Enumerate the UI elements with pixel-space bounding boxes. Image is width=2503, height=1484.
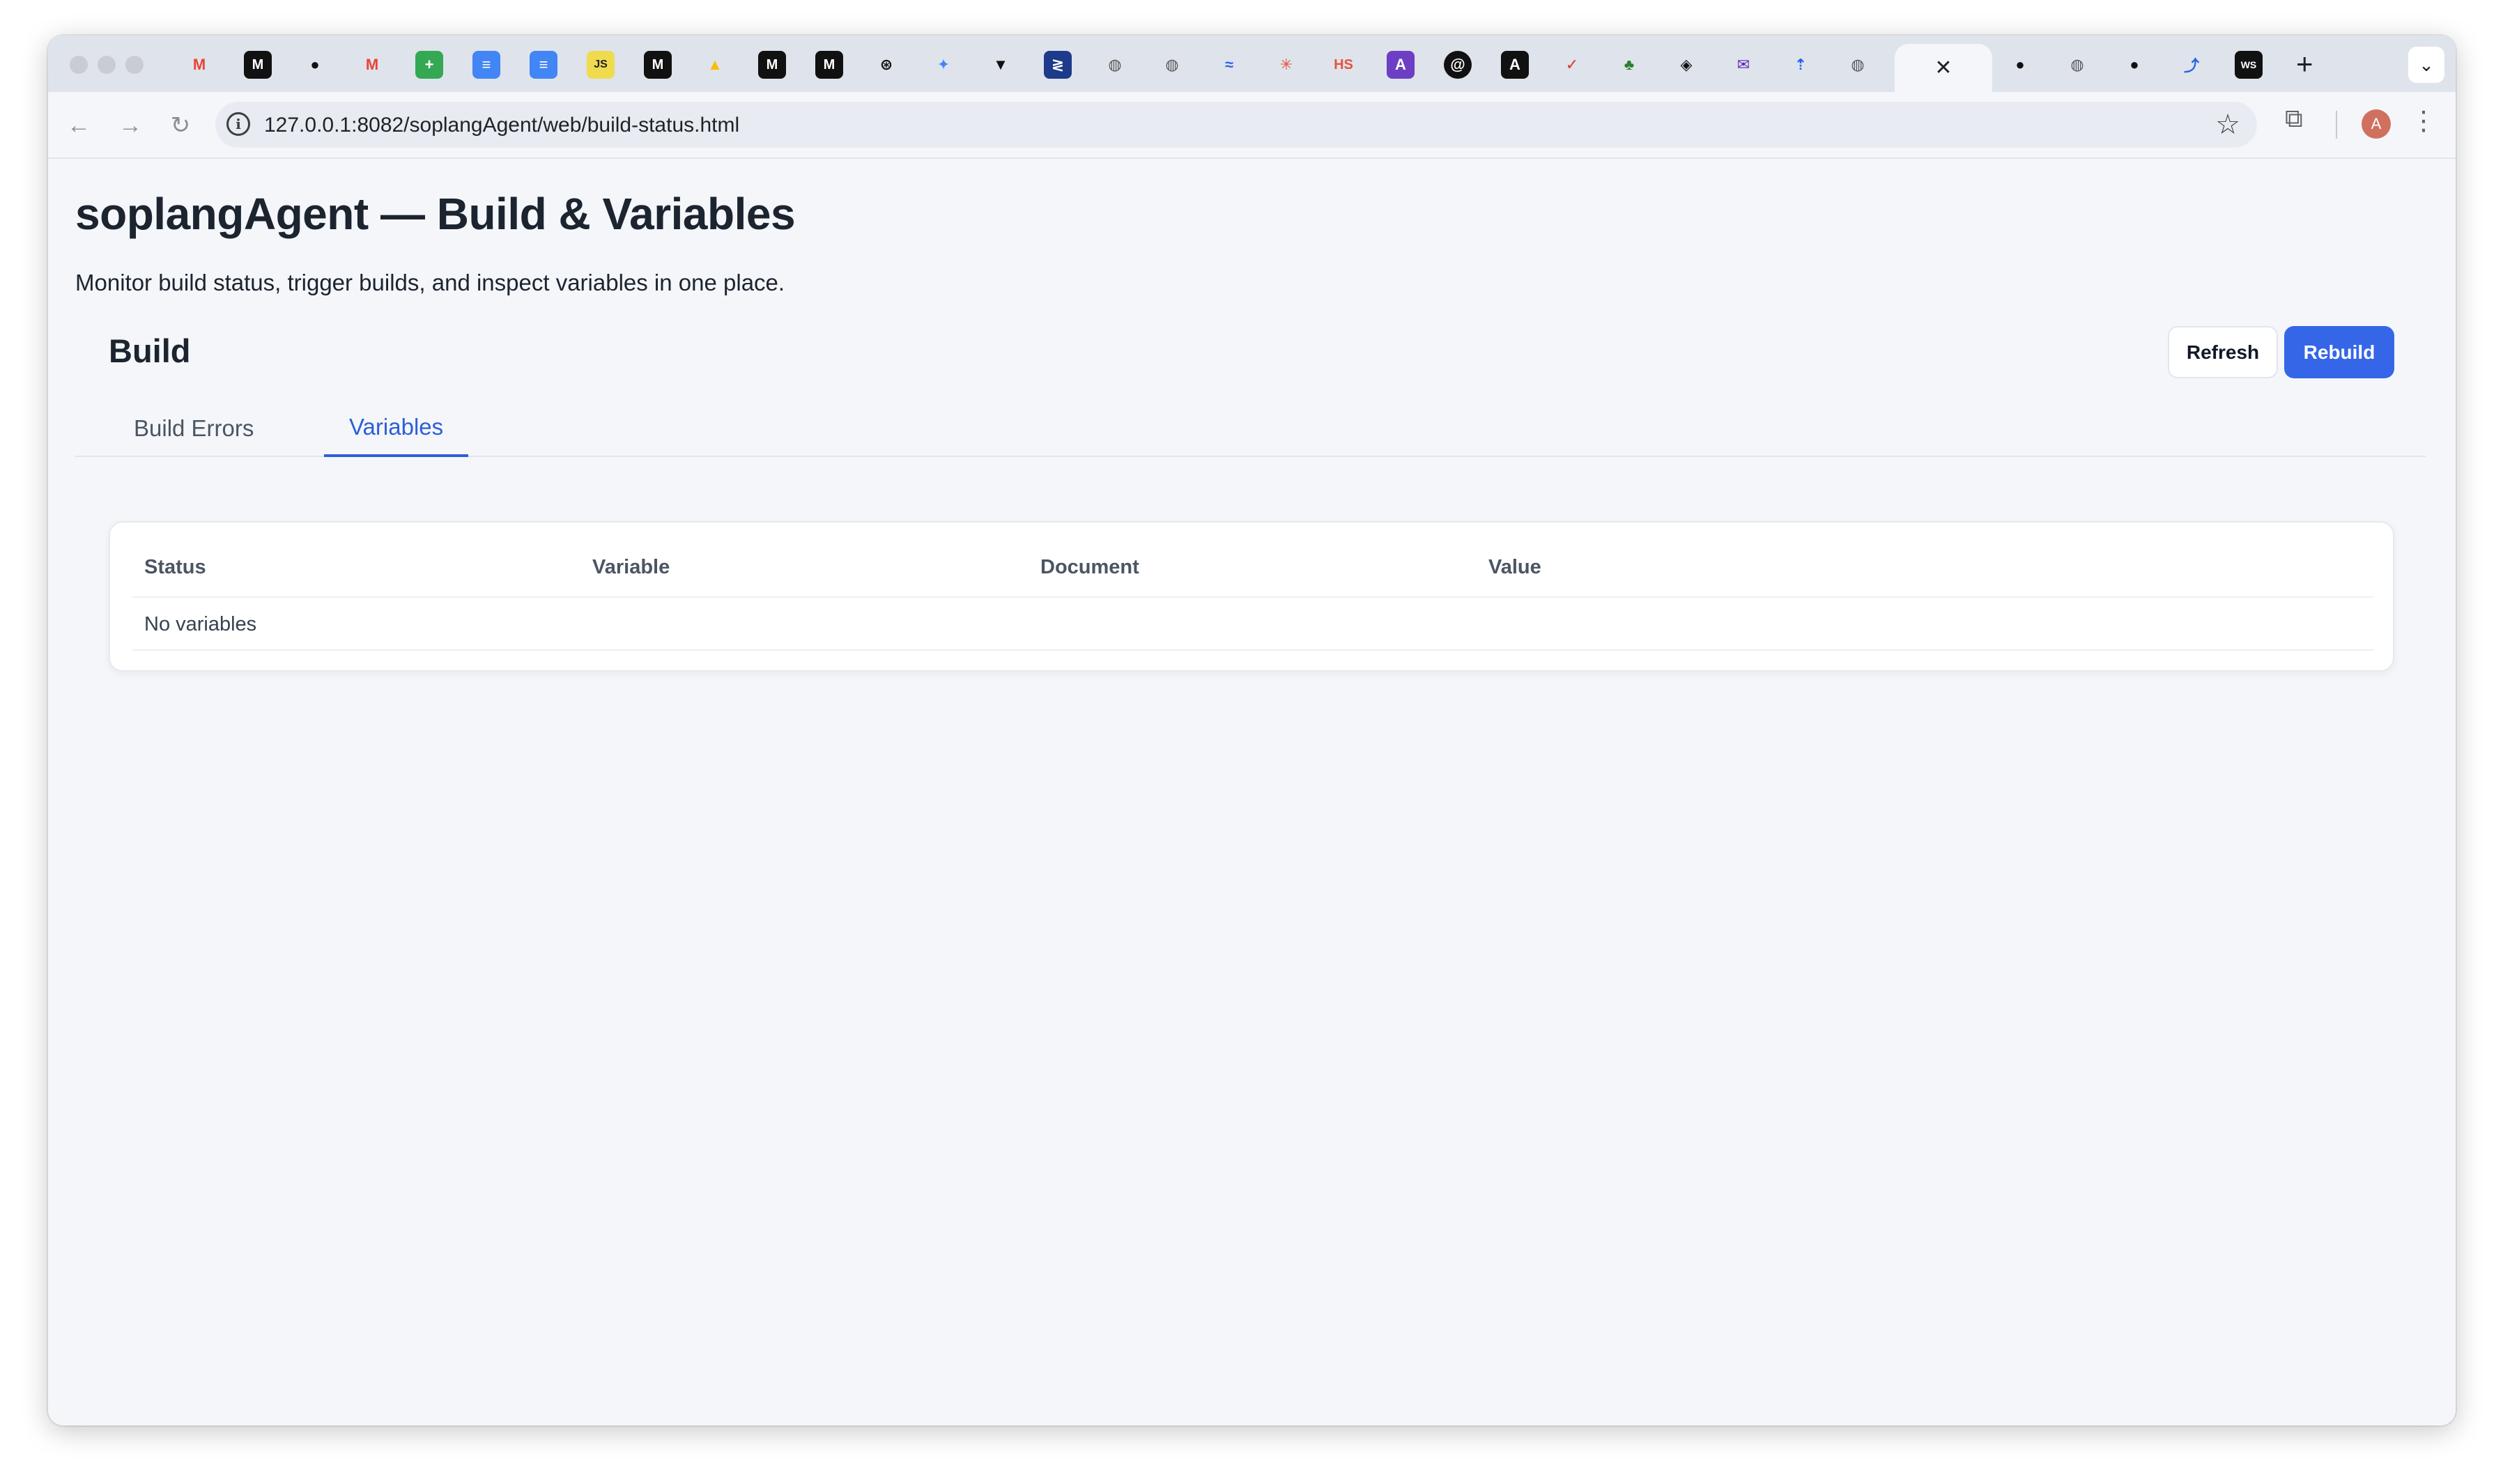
- link-icon[interactable]: ⤴: [2178, 51, 2205, 79]
- column-header-document[interactable]: Document: [1040, 556, 1139, 579]
- new-tab-button[interactable]: +: [2296, 47, 2313, 81]
- zoom-window-button[interactable]: [125, 56, 144, 74]
- anthropic-icon[interactable]: A: [1501, 51, 1529, 79]
- minimize-window-button[interactable]: [98, 56, 116, 74]
- page-content: soplangAgent — Build & Variables Monitor…: [48, 159, 2456, 1425]
- globe-icon[interactable]: ◍: [2063, 51, 2091, 79]
- medium-icon[interactable]: M: [815, 51, 843, 79]
- openai-icon[interactable]: ●: [301, 51, 329, 79]
- globe-icon[interactable]: ◍: [1844, 51, 1872, 79]
- hs-icon[interactable]: HS: [1330, 51, 1357, 79]
- jira-icon[interactable]: ≷: [1044, 51, 1072, 79]
- scholar-icon[interactable]: ▼: [987, 51, 1015, 79]
- tab-variables[interactable]: Variables: [324, 399, 469, 457]
- notion-icon[interactable]: A: [1387, 51, 1415, 79]
- back-icon[interactable]: ←: [59, 106, 98, 145]
- codepen-icon[interactable]: ◈: [1672, 51, 1700, 79]
- sheets-icon[interactable]: +: [415, 51, 443, 79]
- bookmark-star-icon[interactable]: ☆: [2215, 109, 2240, 141]
- table-row: No variables: [132, 598, 2373, 651]
- drive-icon[interactable]: ▲: [701, 51, 729, 79]
- table-header-row: Status Variable Document Value: [132, 523, 2373, 598]
- js-icon[interactable]: JS: [587, 51, 615, 79]
- tab-search-button[interactable]: ⌄: [2408, 47, 2444, 83]
- browser-menu-icon[interactable]: ⋮: [2410, 105, 2437, 137]
- browser-window: M M ● M + ≡ ≡ JS M ▲ M M ⊛ ✦ ▼ ≷ ◍ ◍ ≈ ✳…: [48, 36, 2456, 1425]
- rebuild-button[interactable]: Rebuild: [2284, 326, 2394, 378]
- wave-icon[interactable]: ≈: [1215, 51, 1243, 79]
- github-icon[interactable]: ●: [2006, 51, 2034, 79]
- threads-icon[interactable]: @: [1444, 51, 1472, 79]
- address-bar[interactable]: i 127.0.0.1:8082/soplangAgent/web/build-…: [215, 102, 2257, 148]
- page-subtitle: Monitor build status, trigger builds, an…: [75, 270, 785, 295]
- browser-toolbar: ← → ↻ i 127.0.0.1:8082/soplangAgent/web/…: [48, 92, 2456, 159]
- refresh-button[interactable]: Refresh: [2168, 326, 2278, 378]
- site-info-icon[interactable]: i: [226, 112, 250, 136]
- column-header-variable[interactable]: Variable: [592, 556, 670, 579]
- globe-icon[interactable]: ◍: [1101, 51, 1129, 79]
- mail-icon[interactable]: ✉: [1730, 51, 1757, 79]
- close-window-button[interactable]: [70, 56, 88, 74]
- tab-strip: M M ● M + ≡ ≡ JS M ▲ M M ⊛ ✦ ▼ ≷ ◍ ◍ ≈ ✳…: [48, 36, 2456, 92]
- toolbar-divider: [2336, 111, 2337, 139]
- docs-icon[interactable]: ≡: [530, 51, 557, 79]
- tab-build-errors[interactable]: Build Errors: [75, 399, 279, 457]
- section-title-build: Build: [109, 332, 191, 369]
- cat-icon[interactable]: ♣: [1615, 51, 1643, 79]
- chatgpt-icon[interactable]: ⊛: [872, 51, 900, 79]
- column-header-value[interactable]: Value: [1488, 556, 1541, 579]
- medium-icon[interactable]: M: [244, 51, 272, 79]
- gmail-icon[interactable]: M: [185, 51, 213, 79]
- column-header-status[interactable]: Status: [144, 556, 206, 579]
- globe-icon[interactable]: ◍: [1158, 51, 1186, 79]
- docs-icon[interactable]: ≡: [472, 51, 500, 79]
- tab-active[interactable]: ✕: [1895, 44, 1992, 92]
- empty-state-message: No variables: [144, 613, 257, 635]
- ws-icon[interactable]: WS: [2235, 51, 2263, 79]
- page-title: soplangAgent — Build & Variables: [75, 189, 796, 239]
- extensions-icon[interactable]: ⧉: [2285, 104, 2303, 134]
- medium-icon[interactable]: M: [758, 51, 786, 79]
- reload-icon[interactable]: ↻: [161, 106, 200, 145]
- gemini-icon[interactable]: ✦: [930, 51, 957, 79]
- claude-icon[interactable]: ✳: [1272, 51, 1300, 79]
- ai-icon[interactable]: ✓: [1558, 51, 1586, 79]
- forward-icon[interactable]: →: [111, 106, 150, 145]
- rocket-icon[interactable]: ⇡: [1787, 51, 1815, 79]
- url-text[interactable]: 127.0.0.1:8082/soplangAgent/web/build-st…: [264, 114, 739, 137]
- avatar[interactable]: A: [2362, 109, 2391, 139]
- github-icon[interactable]: ●: [2120, 51, 2148, 79]
- close-icon[interactable]: ✕: [1934, 57, 1952, 79]
- variables-table: Status Variable Document Value No variab…: [109, 521, 2394, 672]
- gmail-icon[interactable]: M: [358, 51, 386, 79]
- tab-bar: Build Errors Variables: [75, 399, 2426, 457]
- medium-icon[interactable]: M: [644, 51, 672, 79]
